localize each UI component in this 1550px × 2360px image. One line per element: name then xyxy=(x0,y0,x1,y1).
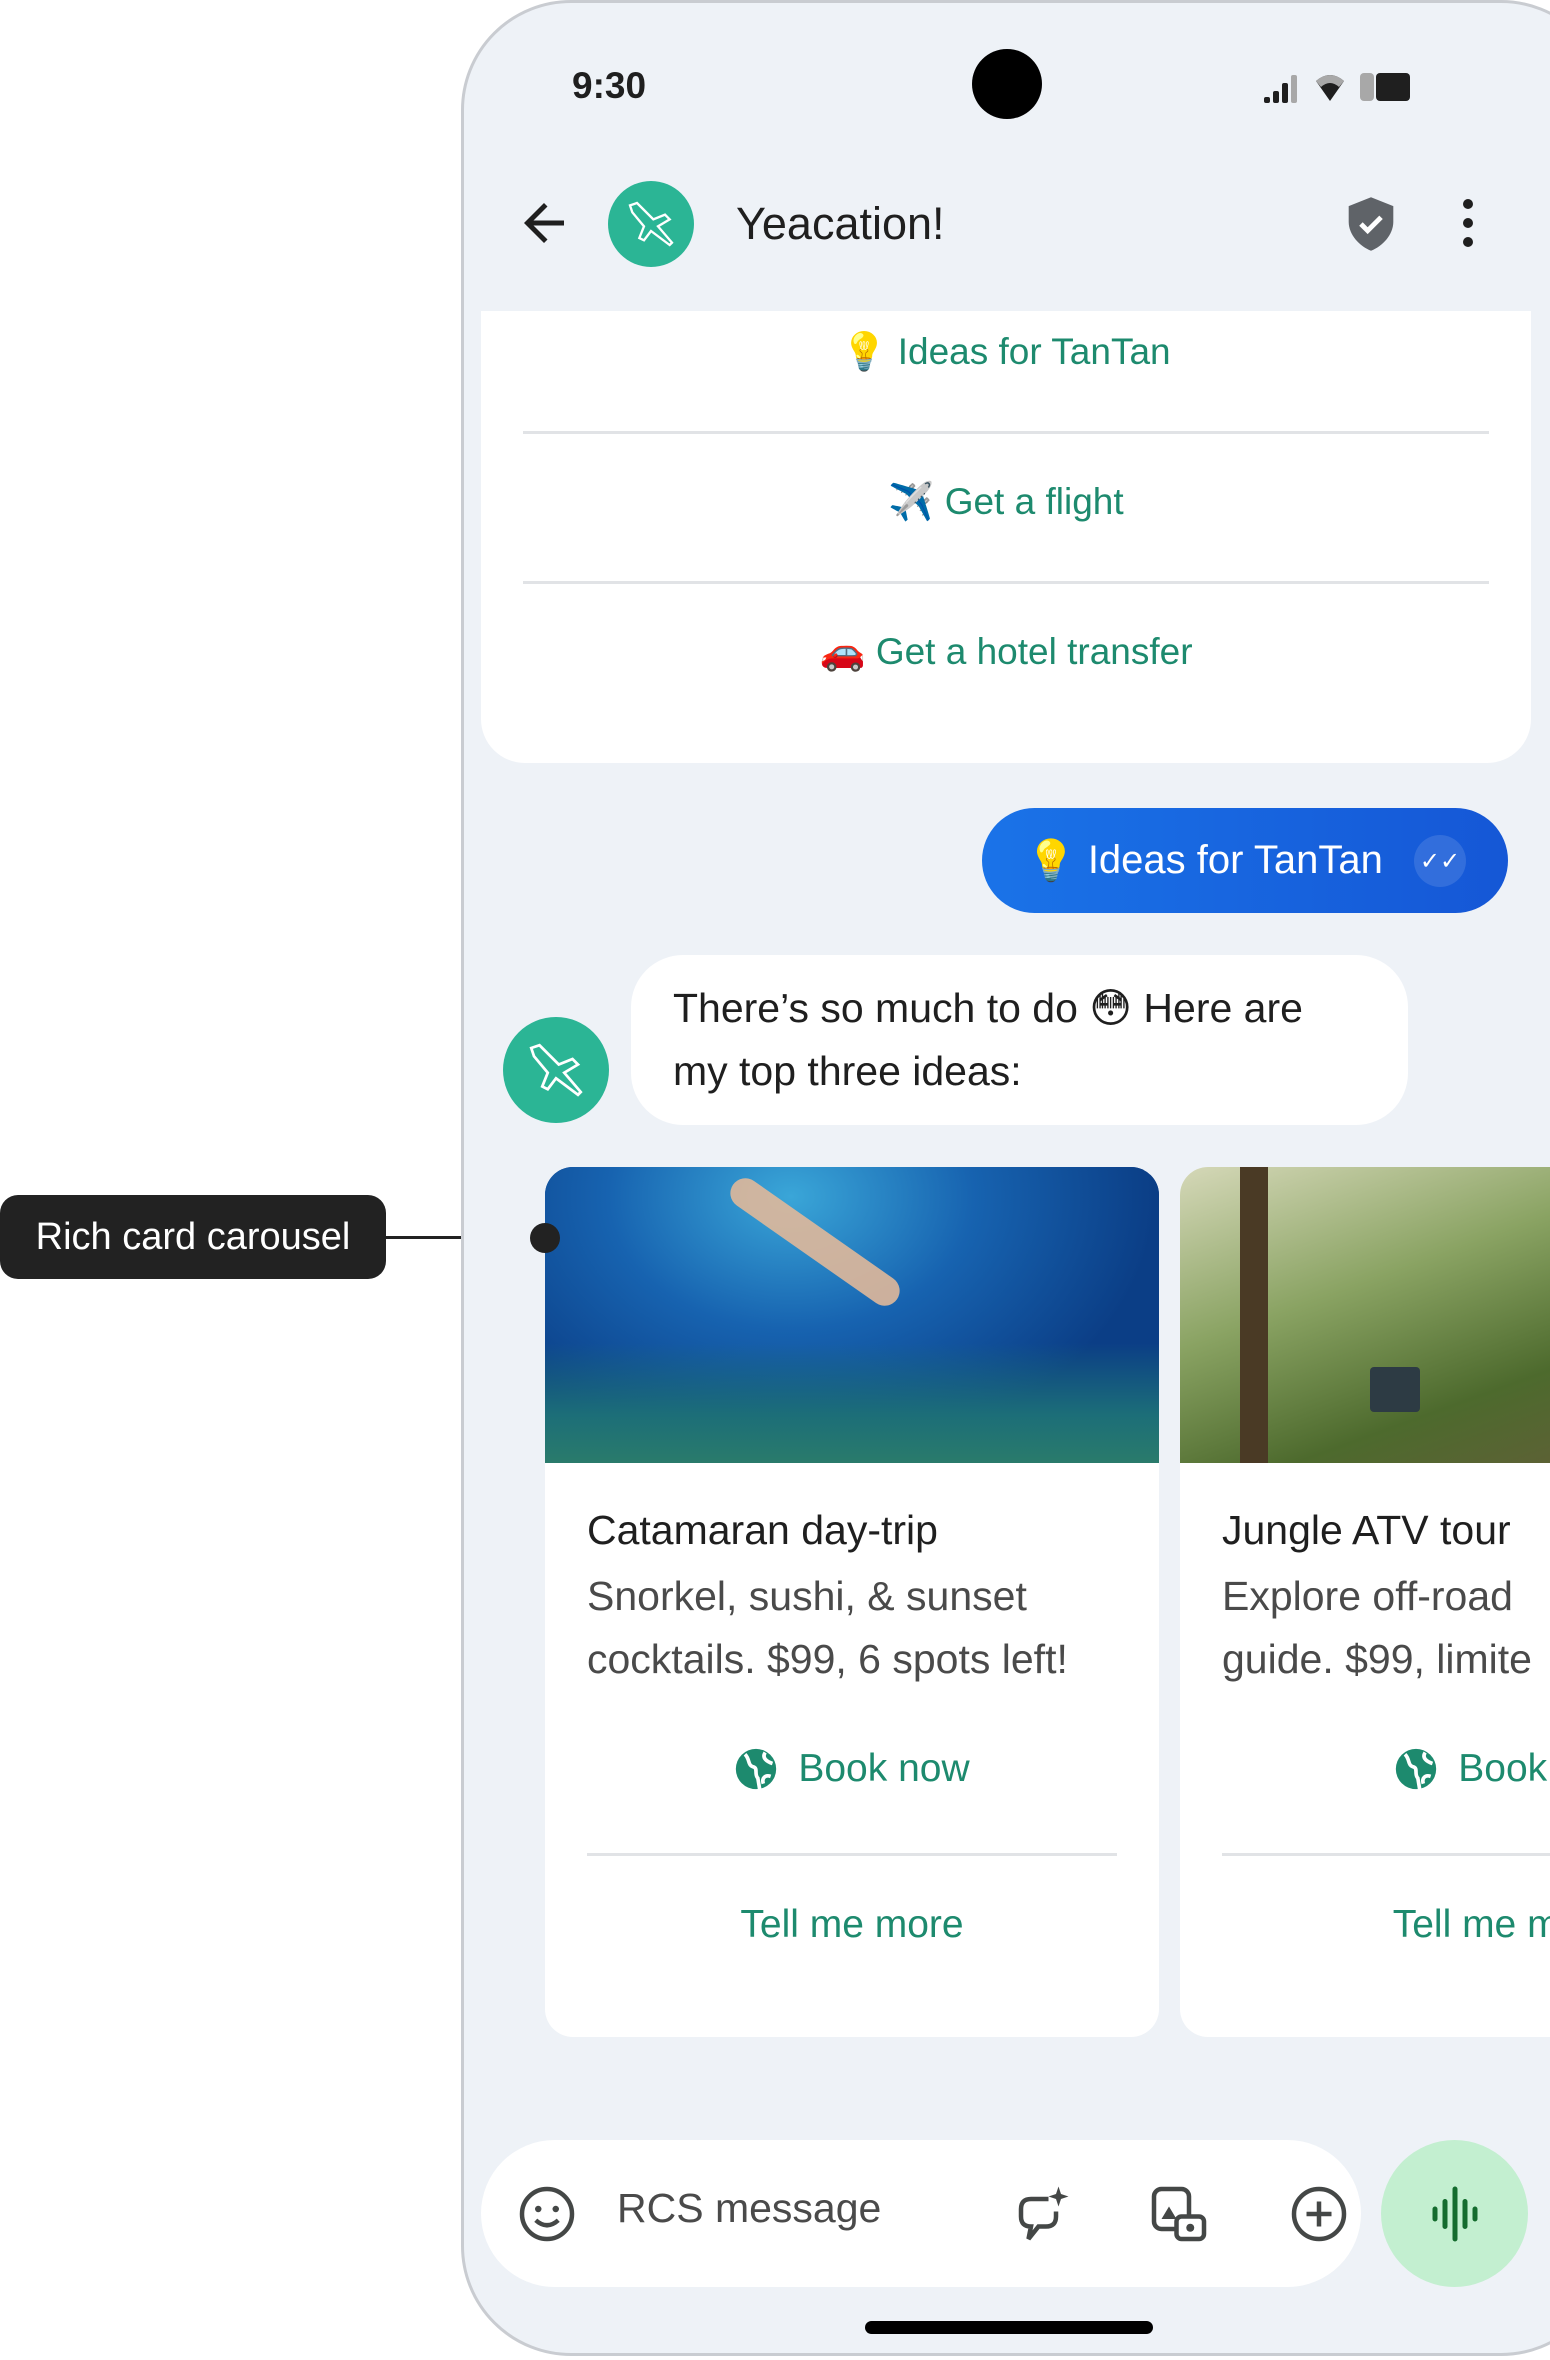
card-description: Snorkel, sushi, & sunset cocktails. $99,… xyxy=(587,1565,1147,1691)
tell-me-more-button[interactable]: Tell me more xyxy=(545,1903,1159,1947)
message-composer xyxy=(481,2140,1361,2287)
chip-ideas-for-tantan[interactable]: 💡 Ideas for TanTan xyxy=(481,331,1531,374)
contact-avatar[interactable] xyxy=(608,181,694,267)
battery-icon xyxy=(1360,73,1410,101)
rich-card-jungle-atv[interactable]: Jungle ATV tour Explore off-road guide. … xyxy=(1180,1167,1550,2037)
chip-get-a-flight[interactable]: ✈️ Get a flight xyxy=(481,481,1531,524)
signal-icon xyxy=(1264,75,1297,103)
tell-me-more-label: Tell me more xyxy=(740,1903,964,1946)
card-description-line: Explore off-road xyxy=(1222,1573,1513,1619)
arrow-back-icon xyxy=(524,203,564,243)
airplane-icon xyxy=(628,201,674,247)
double-check-icon: ✓✓ xyxy=(1414,835,1466,887)
more-vert-icon xyxy=(1463,199,1473,247)
status-time: 9:30 xyxy=(572,65,647,106)
card-title: Catamaran day-trip xyxy=(587,1507,938,1553)
sparkle-chat-icon xyxy=(1018,2186,1069,2241)
snorkeler-underwater-image xyxy=(545,1167,1159,1463)
book-now-label: Book now xyxy=(798,1747,970,1790)
camera-cutout xyxy=(972,49,1042,119)
home-indicator[interactable] xyxy=(865,2321,1153,2334)
tell-me-more-button[interactable]: Tell me mo xyxy=(1180,1903,1550,1947)
gallery-camera-button[interactable] xyxy=(1149,2184,1209,2244)
status-icons xyxy=(1264,71,1412,103)
rich-card-catamaran[interactable]: Catamaran day-trip Snorkel, sushi, & sun… xyxy=(545,1167,1159,2037)
lightbulb-icon: 💡 xyxy=(841,331,888,372)
card-description-line: cocktails. $99, 6 spots left! xyxy=(587,1636,1068,1682)
card-title: Jungle ATV tour xyxy=(1222,1507,1511,1553)
received-message-line: There’s so much to do 😳 Here are xyxy=(673,985,1303,1031)
airplane-emoji-icon: ✈️ xyxy=(888,481,935,522)
car-icon: 🚗 xyxy=(819,631,866,672)
magic-compose-button[interactable] xyxy=(1011,2184,1071,2244)
sent-message-text: Ideas for TanTan xyxy=(1087,838,1383,882)
back-button[interactable] xyxy=(514,193,574,253)
suggestion-chip-list: 💡 Ideas for TanTan ✈️ Get a flight 🚗 Get… xyxy=(481,311,1531,763)
chip-label: Ideas for TanTan xyxy=(897,331,1171,372)
wifi-icon xyxy=(1316,75,1344,101)
lightbulb-icon: 💡 xyxy=(1026,839,1076,883)
chip-get-a-hotel-transfer[interactable]: 🚗 Get a hotel transfer xyxy=(481,631,1531,674)
more-options-button[interactable] xyxy=(1458,198,1478,253)
phone-frame: 9:30 Yeacation! 💡 Ideas for TanTan ✈️ Ge… xyxy=(461,0,1550,2356)
book-now-label: Book n xyxy=(1458,1747,1550,1790)
conversation-title: Yeacation! xyxy=(736,198,945,249)
airplane-icon xyxy=(529,1043,583,1097)
tell-me-more-label: Tell me mo xyxy=(1392,1903,1550,1946)
audio-waveform-icon xyxy=(1432,2186,1477,2241)
chip-label: Get a hotel transfer xyxy=(875,631,1193,672)
chip-label: Get a flight xyxy=(944,481,1124,522)
emoji-button[interactable] xyxy=(517,2184,577,2244)
add-attachment-button[interactable] xyxy=(1289,2184,1349,2244)
message-input[interactable] xyxy=(615,2184,989,2233)
add-circle-icon xyxy=(1291,2186,1347,2242)
gallery-camera-icon xyxy=(1151,2186,1207,2242)
verified-business-button[interactable] xyxy=(1344,195,1398,258)
jungle-road-jeeps-image xyxy=(1180,1167,1550,1463)
sender-avatar[interactable] xyxy=(503,1017,609,1123)
globe-icon xyxy=(1396,1748,1437,1790)
globe-icon xyxy=(736,1748,777,1790)
received-message-line: my top three ideas: xyxy=(673,1048,1022,1094)
annotation-callout: Rich card carousel xyxy=(0,1195,386,1279)
shield-check-icon xyxy=(1348,197,1394,251)
chip-divider xyxy=(523,581,1489,584)
voice-message-button[interactable] xyxy=(1381,2140,1528,2287)
card-divider xyxy=(587,1853,1117,1856)
chip-divider xyxy=(523,431,1489,434)
sent-message-bubble[interactable]: 💡 Ideas for TanTan ✓✓ xyxy=(982,808,1508,913)
annotation-label: Rich card carousel xyxy=(35,1215,351,1258)
received-message-bubble[interactable]: There’s so much to do 😳 Here are my top … xyxy=(631,955,1408,1125)
emoji-icon xyxy=(519,2186,575,2242)
card-description: Explore off-road guide. $99, limite xyxy=(1222,1565,1550,1691)
card-description-line: guide. $99, limite xyxy=(1222,1636,1532,1682)
book-now-button[interactable]: Book now xyxy=(545,1747,1159,1791)
annotation-dot xyxy=(530,1223,560,1253)
card-divider xyxy=(1222,1853,1550,1856)
card-description-line: Snorkel, sushi, & sunset xyxy=(587,1573,1027,1619)
book-now-button[interactable]: Book n xyxy=(1180,1747,1550,1791)
